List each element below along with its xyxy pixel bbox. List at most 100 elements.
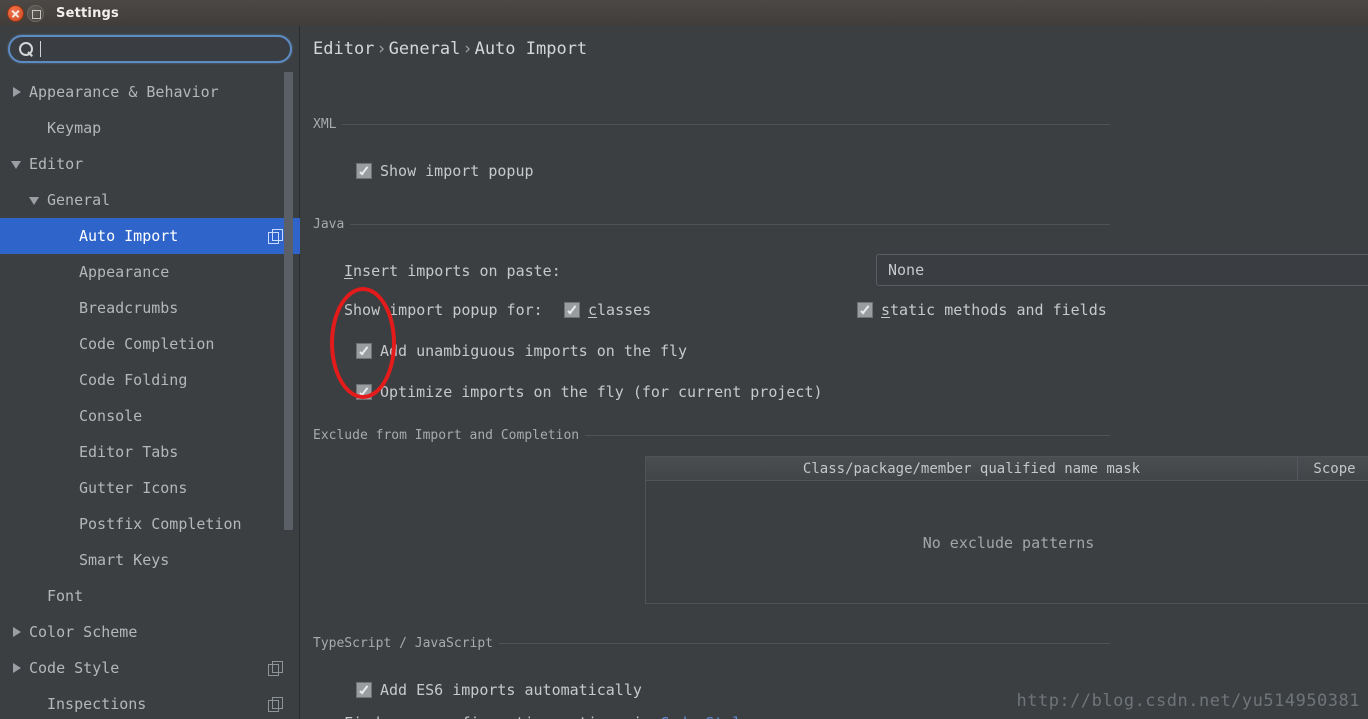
section-label-typescript: TypeScript / JavaScript bbox=[313, 636, 494, 651]
sidebar-item-label: Smart Keys bbox=[79, 551, 170, 569]
search-icon bbox=[17, 40, 35, 58]
checkbox-icon[interactable] bbox=[564, 302, 580, 318]
sidebar-item-label: Editor bbox=[29, 155, 84, 173]
sidebar-item-editor[interactable]: Editor bbox=[0, 146, 300, 182]
sidebar-item-gutter-icons[interactable]: Gutter Icons bbox=[0, 470, 300, 506]
section-rule-typescript bbox=[499, 643, 1110, 644]
checkbox-label: Add unambiguous imports on the fly bbox=[380, 342, 688, 360]
copy-icon[interactable] bbox=[268, 697, 283, 712]
sidebar-item-appearance[interactable]: Appearance bbox=[0, 254, 300, 290]
title-bar: Settings bbox=[0, 0, 1368, 26]
sidebar-item-label: Keymap bbox=[47, 119, 102, 137]
breadcrumb-part-editor[interactable]: Editor bbox=[313, 39, 374, 59]
chevron-down-icon[interactable] bbox=[10, 157, 24, 171]
sidebar-item-inspections[interactable]: Inspections bbox=[0, 686, 300, 719]
copy-icon[interactable] bbox=[268, 661, 283, 676]
sidebar-item-label: Color Scheme bbox=[29, 623, 138, 641]
hint-text: Find more configuration options in bbox=[344, 714, 660, 719]
section-rule-java bbox=[350, 224, 1110, 225]
sidebar-item-label: Inspections bbox=[47, 695, 147, 713]
checkbox-add-es6-imports[interactable]: Add ES6 imports automatically bbox=[356, 681, 642, 699]
checkbox-show-import-popup[interactable]: Show import popup bbox=[356, 162, 534, 180]
checkbox-icon[interactable] bbox=[356, 682, 372, 698]
sidebar-item-label: Code Folding bbox=[79, 371, 188, 389]
sidebar-item-label: Gutter Icons bbox=[79, 479, 188, 497]
sidebar-scrollbar-thumb[interactable] bbox=[284, 72, 293, 530]
configuration-hint: Find more configuration options in Code … bbox=[344, 714, 750, 719]
breadcrumb: Editor › General › Auto Import bbox=[313, 39, 587, 59]
sidebar-item-appearance-behavior[interactable]: Appearance & Behavior bbox=[0, 74, 300, 110]
column-header-scope[interactable]: Scope bbox=[1297, 457, 1368, 480]
insert-imports-on-paste-select[interactable]: None bbox=[876, 254, 1368, 286]
section-label-exclude: Exclude from Import and Completion bbox=[313, 428, 580, 443]
breadcrumb-separator-2: › bbox=[462, 39, 473, 59]
section-rule-xml bbox=[342, 124, 1110, 125]
section-java: Java bbox=[313, 217, 1110, 232]
sidebar-item-label: Breadcrumbs bbox=[79, 299, 179, 317]
label-show-import-popup-for: Show import popup for: bbox=[344, 301, 543, 319]
sidebar-item-breadcrumbs[interactable]: Breadcrumbs bbox=[0, 290, 300, 326]
chevron-down-icon[interactable] bbox=[28, 193, 42, 207]
checkbox-label-text: lasses bbox=[597, 301, 652, 319]
sidebar-item-label: Postfix Completion bbox=[79, 515, 242, 533]
breadcrumb-part-general[interactable]: General bbox=[389, 39, 461, 59]
close-icon[interactable] bbox=[7, 4, 24, 22]
sidebar-item-code-folding[interactable]: Code Folding bbox=[0, 362, 300, 398]
settings-tree: Appearance & Behavior Keymap Editor General… bbox=[0, 74, 300, 719]
section-rule-exclude bbox=[585, 435, 1110, 436]
settings-main-panel: Editor › General › Auto Import XML Show impo… bbox=[301, 26, 1368, 719]
checkbox-icon[interactable] bbox=[857, 302, 873, 318]
label-mnemonic: I bbox=[344, 262, 354, 280]
checkbox-label: Add ES6 imports automatically bbox=[380, 681, 642, 699]
checkbox-label: static methods and fields bbox=[881, 301, 1107, 319]
select-value: None bbox=[888, 261, 925, 279]
checkbox-icon[interactable] bbox=[356, 384, 372, 400]
section-xml: XML bbox=[313, 117, 1110, 132]
sidebar-item-label: Console bbox=[79, 407, 143, 425]
breadcrumb-separator-1: › bbox=[376, 39, 387, 59]
sidebar-item-general[interactable]: General bbox=[0, 182, 300, 218]
sidebar-item-auto-import[interactable]: Auto Import bbox=[0, 218, 300, 254]
checkbox-label: Show import popup bbox=[380, 162, 534, 180]
label-insert-imports-on-paste: Insert imports on paste: bbox=[344, 262, 561, 280]
checkbox-label: classes bbox=[588, 301, 651, 319]
sidebar-item-label: Auto Import bbox=[79, 227, 179, 245]
sidebar-item-smart-keys[interactable]: Smart Keys bbox=[0, 542, 300, 578]
checkbox-icon[interactable] bbox=[356, 163, 372, 179]
sidebar-item-color-scheme[interactable]: Color Scheme bbox=[0, 614, 300, 650]
section-label-java: Java bbox=[313, 217, 345, 232]
search-input[interactable] bbox=[35, 37, 290, 61]
label-text: nsert imports on paste: bbox=[353, 262, 561, 280]
checkbox-label-text: tatic methods and fields bbox=[890, 301, 1107, 319]
breadcrumb-part-auto-import: Auto Import bbox=[474, 39, 588, 59]
search-field-wrapper[interactable] bbox=[8, 35, 292, 63]
copy-icon[interactable] bbox=[268, 229, 283, 244]
chevron-right-icon[interactable] bbox=[10, 625, 24, 639]
sidebar-item-code-completion[interactable]: Code Completion bbox=[0, 326, 300, 362]
sidebar-item-font[interactable]: Font bbox=[0, 578, 300, 614]
checkbox-classes[interactable]: classes bbox=[564, 301, 651, 319]
settings-sidebar: Appearance & Behavior Keymap Editor General… bbox=[0, 26, 300, 719]
sidebar-item-editor-tabs[interactable]: Editor Tabs bbox=[0, 434, 300, 470]
settings-window: Settings Appearance & Behavior Keymap Edit… bbox=[0, 0, 1368, 719]
sidebar-item-code-style[interactable]: Code Style bbox=[0, 650, 300, 686]
sidebar-item-postfix-completion[interactable]: Postfix Completion bbox=[0, 506, 300, 542]
sidebar-item-console[interactable]: Console bbox=[0, 398, 300, 434]
checkbox-icon[interactable] bbox=[356, 343, 372, 359]
maximize-icon[interactable] bbox=[27, 4, 44, 22]
checkbox-add-unambiguous-imports[interactable]: Add unambiguous imports on the fly bbox=[356, 342, 687, 360]
code-style-link[interactable]: Code Style bbox=[660, 714, 750, 719]
window-title: Settings bbox=[56, 5, 119, 21]
checkbox-optimize-imports-on-the-fly[interactable]: Optimize imports on the fly (for current… bbox=[356, 383, 823, 401]
section-exclude: Exclude from Import and Completion bbox=[313, 428, 1110, 443]
text-caret bbox=[40, 41, 41, 57]
chevron-right-icon[interactable] bbox=[10, 661, 24, 675]
column-header-mask[interactable]: Class/package/member qualified name mask bbox=[646, 457, 1297, 480]
sidebar-item-label: Code Completion bbox=[79, 335, 215, 353]
sidebar-item-label: Code Style bbox=[29, 659, 120, 677]
sidebar-item-keymap[interactable]: Keymap bbox=[0, 110, 300, 146]
checkbox-label-mnemonic: s bbox=[881, 301, 891, 319]
checkbox-static-methods-and-fields[interactable]: static methods and fields bbox=[857, 301, 1107, 319]
table-empty-state: No exclude patterns bbox=[922, 533, 1095, 552]
chevron-right-icon[interactable] bbox=[10, 85, 24, 99]
